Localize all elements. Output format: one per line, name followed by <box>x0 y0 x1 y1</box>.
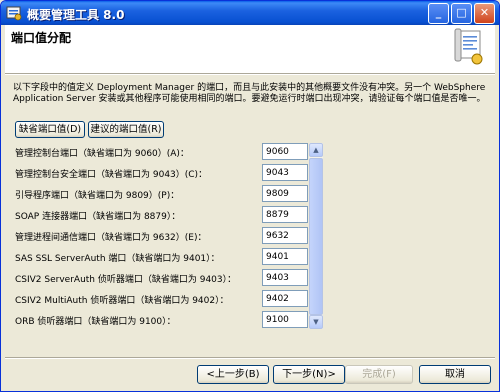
port-row-ipc: 管理进程间通信端口（缺省端口为 9632）(E)： <box>11 226 327 245</box>
header-separator <box>5 73 495 75</box>
default-ports-button[interactable]: 缺省端口值(D) <box>15 121 85 138</box>
port-label: CSIV2 ServerAuth 侦听器端口（缺省端口为 9403）： <box>15 275 237 285</box>
back-button[interactable]: <上一步(B) <box>197 365 269 384</box>
orb-listener-port-input[interactable] <box>262 311 308 328</box>
scroll-down-icon[interactable]: ▼ <box>309 315 323 329</box>
port-row-admin-console: 管理控制台端口（缺省端口为 9060）(A)： <box>11 142 327 161</box>
admin-console-port-input[interactable] <box>262 143 308 160</box>
port-row-csiv2-multiauth: CSIV2 MultiAuth 侦听器端口（缺省端口为 9402）： <box>11 289 327 308</box>
cancel-button[interactable]: 取消 <box>419 365 491 384</box>
port-label: CSIV2 MultiAuth 侦听器端口（缺省端口为 9402）： <box>15 296 229 306</box>
port-row-bootstrap: 引导程序端口（缺省端口为 9809）(P)： <box>11 184 327 203</box>
maximize-button[interactable]: □ <box>451 3 472 24</box>
port-row-sas-ssl: SAS SSL ServerAuth 端口（缺省端口为 9401）： <box>11 247 327 266</box>
finish-button[interactable]: 完成(F) <box>345 365 413 384</box>
csiv2-serverauth-port-input[interactable] <box>262 269 308 286</box>
ipc-port-input[interactable] <box>262 227 308 244</box>
wizard-document-icon <box>454 28 483 65</box>
soap-connector-port-input[interactable] <box>262 206 308 223</box>
wizard-window: 概要管理工具 8.0 _ □ ✕ 端口值分配 以下字段中的值定义 Deploym… <box>0 0 500 392</box>
port-label: SOAP 连接器端口（缺省端口为 8879）： <box>15 212 181 222</box>
admin-console-secure-port-input[interactable] <box>262 164 308 181</box>
next-button[interactable]: 下一步(N)> <box>273 365 345 384</box>
wizard-header: 端口值分配 <box>5 25 495 73</box>
vertical-scrollbar[interactable]: ▲ ▼ <box>309 143 323 329</box>
port-label: 管理控制台端口（缺省端口为 9060）(A)： <box>15 149 189 159</box>
window-title: 概要管理工具 8.0 <box>27 8 125 22</box>
minimize-button[interactable]: _ <box>428 3 449 24</box>
port-label: 管理进程间通信端口（缺省端口为 9632）(E)： <box>15 233 207 243</box>
app-icon <box>6 6 22 21</box>
title-bar[interactable]: 概要管理工具 8.0 _ □ ✕ <box>1 1 499 25</box>
sas-ssl-port-input[interactable] <box>262 248 308 265</box>
footer-separator <box>5 357 495 359</box>
port-label: SAS SSL ServerAuth 端口（缺省端口为 9401）： <box>15 254 220 264</box>
page-title: 端口值分配 <box>11 31 72 45</box>
port-list: 管理控制台端口（缺省端口为 9060）(A)： 管理控制台安全端口（缺省端口为 … <box>11 142 327 330</box>
scrollbar-thumb[interactable] <box>309 158 323 315</box>
description-text: 以下字段中的值定义 Deployment Manager 的端口，而且与此安装中… <box>13 83 486 104</box>
port-row-orb-listener: ORB 侦听器端口（缺省端口为 9100）： <box>11 310 327 329</box>
scroll-up-icon[interactable]: ▲ <box>309 143 323 157</box>
bootstrap-port-input[interactable] <box>262 185 308 202</box>
port-row-soap-connector: SOAP 连接器端口（缺省端口为 8879）： <box>11 205 327 224</box>
close-button[interactable]: ✕ <box>474 3 495 24</box>
port-label: ORB 侦听器端口（缺省端口为 9100）： <box>15 317 176 327</box>
port-label: 管理控制台安全端口（缺省端口为 9043）(C)： <box>15 170 208 180</box>
port-label: 引导程序端口（缺省端口为 9809）(P)： <box>15 191 180 201</box>
csiv2-multiauth-port-input[interactable] <box>262 290 308 307</box>
suggested-ports-button[interactable]: 建议的端口值(R) <box>88 121 164 138</box>
port-row-csiv2-serverauth: CSIV2 ServerAuth 侦听器端口（缺省端口为 9403）： <box>11 268 327 287</box>
port-row-admin-console-secure: 管理控制台安全端口（缺省端口为 9043）(C)： <box>11 163 327 182</box>
